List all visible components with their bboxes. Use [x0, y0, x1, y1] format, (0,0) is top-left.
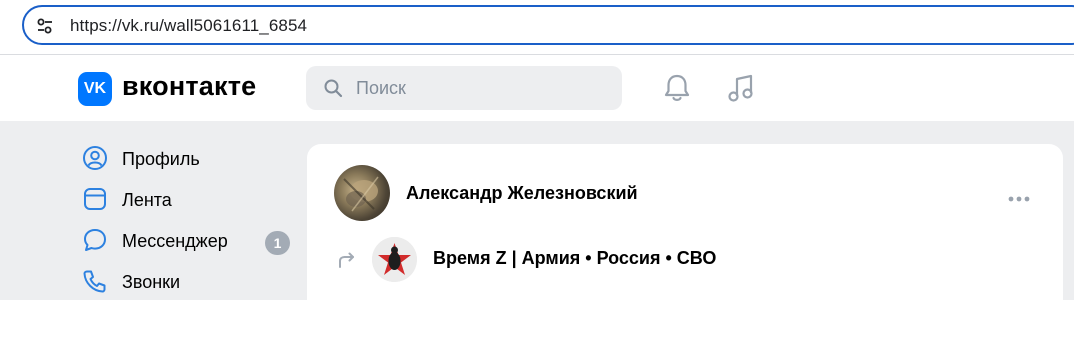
search-input[interactable]: Поиск — [306, 66, 622, 110]
content-area: Профиль Лента Мессенджер 1 Звонки Алекса… — [0, 121, 1074, 344]
author-avatar[interactable] — [334, 165, 390, 221]
repost-source-name[interactable]: Время Z | Армия • Россия • СВО — [433, 248, 716, 269]
sidebar-item-feed[interactable]: Лента — [80, 180, 300, 220]
url-text[interactable]: https://vk.ru/wall5061611_6854 — [70, 16, 307, 36]
music-icon[interactable] — [726, 72, 756, 109]
address-bar[interactable]: https://vk.ru/wall5061611_6854 — [22, 5, 1074, 45]
tune-icon[interactable] — [36, 18, 54, 39]
sidebar-item-calls[interactable]: Звонки — [80, 262, 300, 302]
wall-post: Александр Железновский Время Z | Армия •… — [307, 144, 1063, 344]
site-header: VK вконтакте Поиск — [0, 55, 1074, 121]
browser-toolbar: https://vk.ru/wall5061611_6854 — [0, 0, 1074, 55]
repost-icon — [337, 251, 357, 274]
post-author-name[interactable]: Александр Железновский — [406, 183, 638, 204]
search-placeholder: Поиск — [356, 78, 406, 98]
sidebar-item-messenger[interactable]: Мессенджер 1 — [80, 221, 300, 261]
phone-icon — [82, 268, 108, 299]
bell-icon[interactable] — [662, 72, 692, 109]
feed-icon — [82, 186, 108, 217]
unread-count-badge: 1 — [265, 231, 290, 255]
sidebar-item-label: Звонки — [122, 272, 181, 292]
sidebar-item-label: Профиль — [122, 149, 200, 169]
repost-source-avatar[interactable] — [372, 237, 417, 282]
search-icon — [323, 78, 343, 103]
messenger-icon — [82, 227, 108, 258]
vk-logo-icon[interactable]: VK — [78, 72, 112, 106]
more-dots-icon[interactable] — [1007, 190, 1031, 208]
sidebar-item-label: Мессенджер — [122, 231, 228, 251]
sidebar-item-profile[interactable]: Профиль — [80, 139, 300, 179]
profile-icon — [82, 145, 108, 176]
logo-text[interactable]: вконтакте — [122, 71, 256, 102]
sidebar-item-label: Лента — [122, 190, 172, 210]
